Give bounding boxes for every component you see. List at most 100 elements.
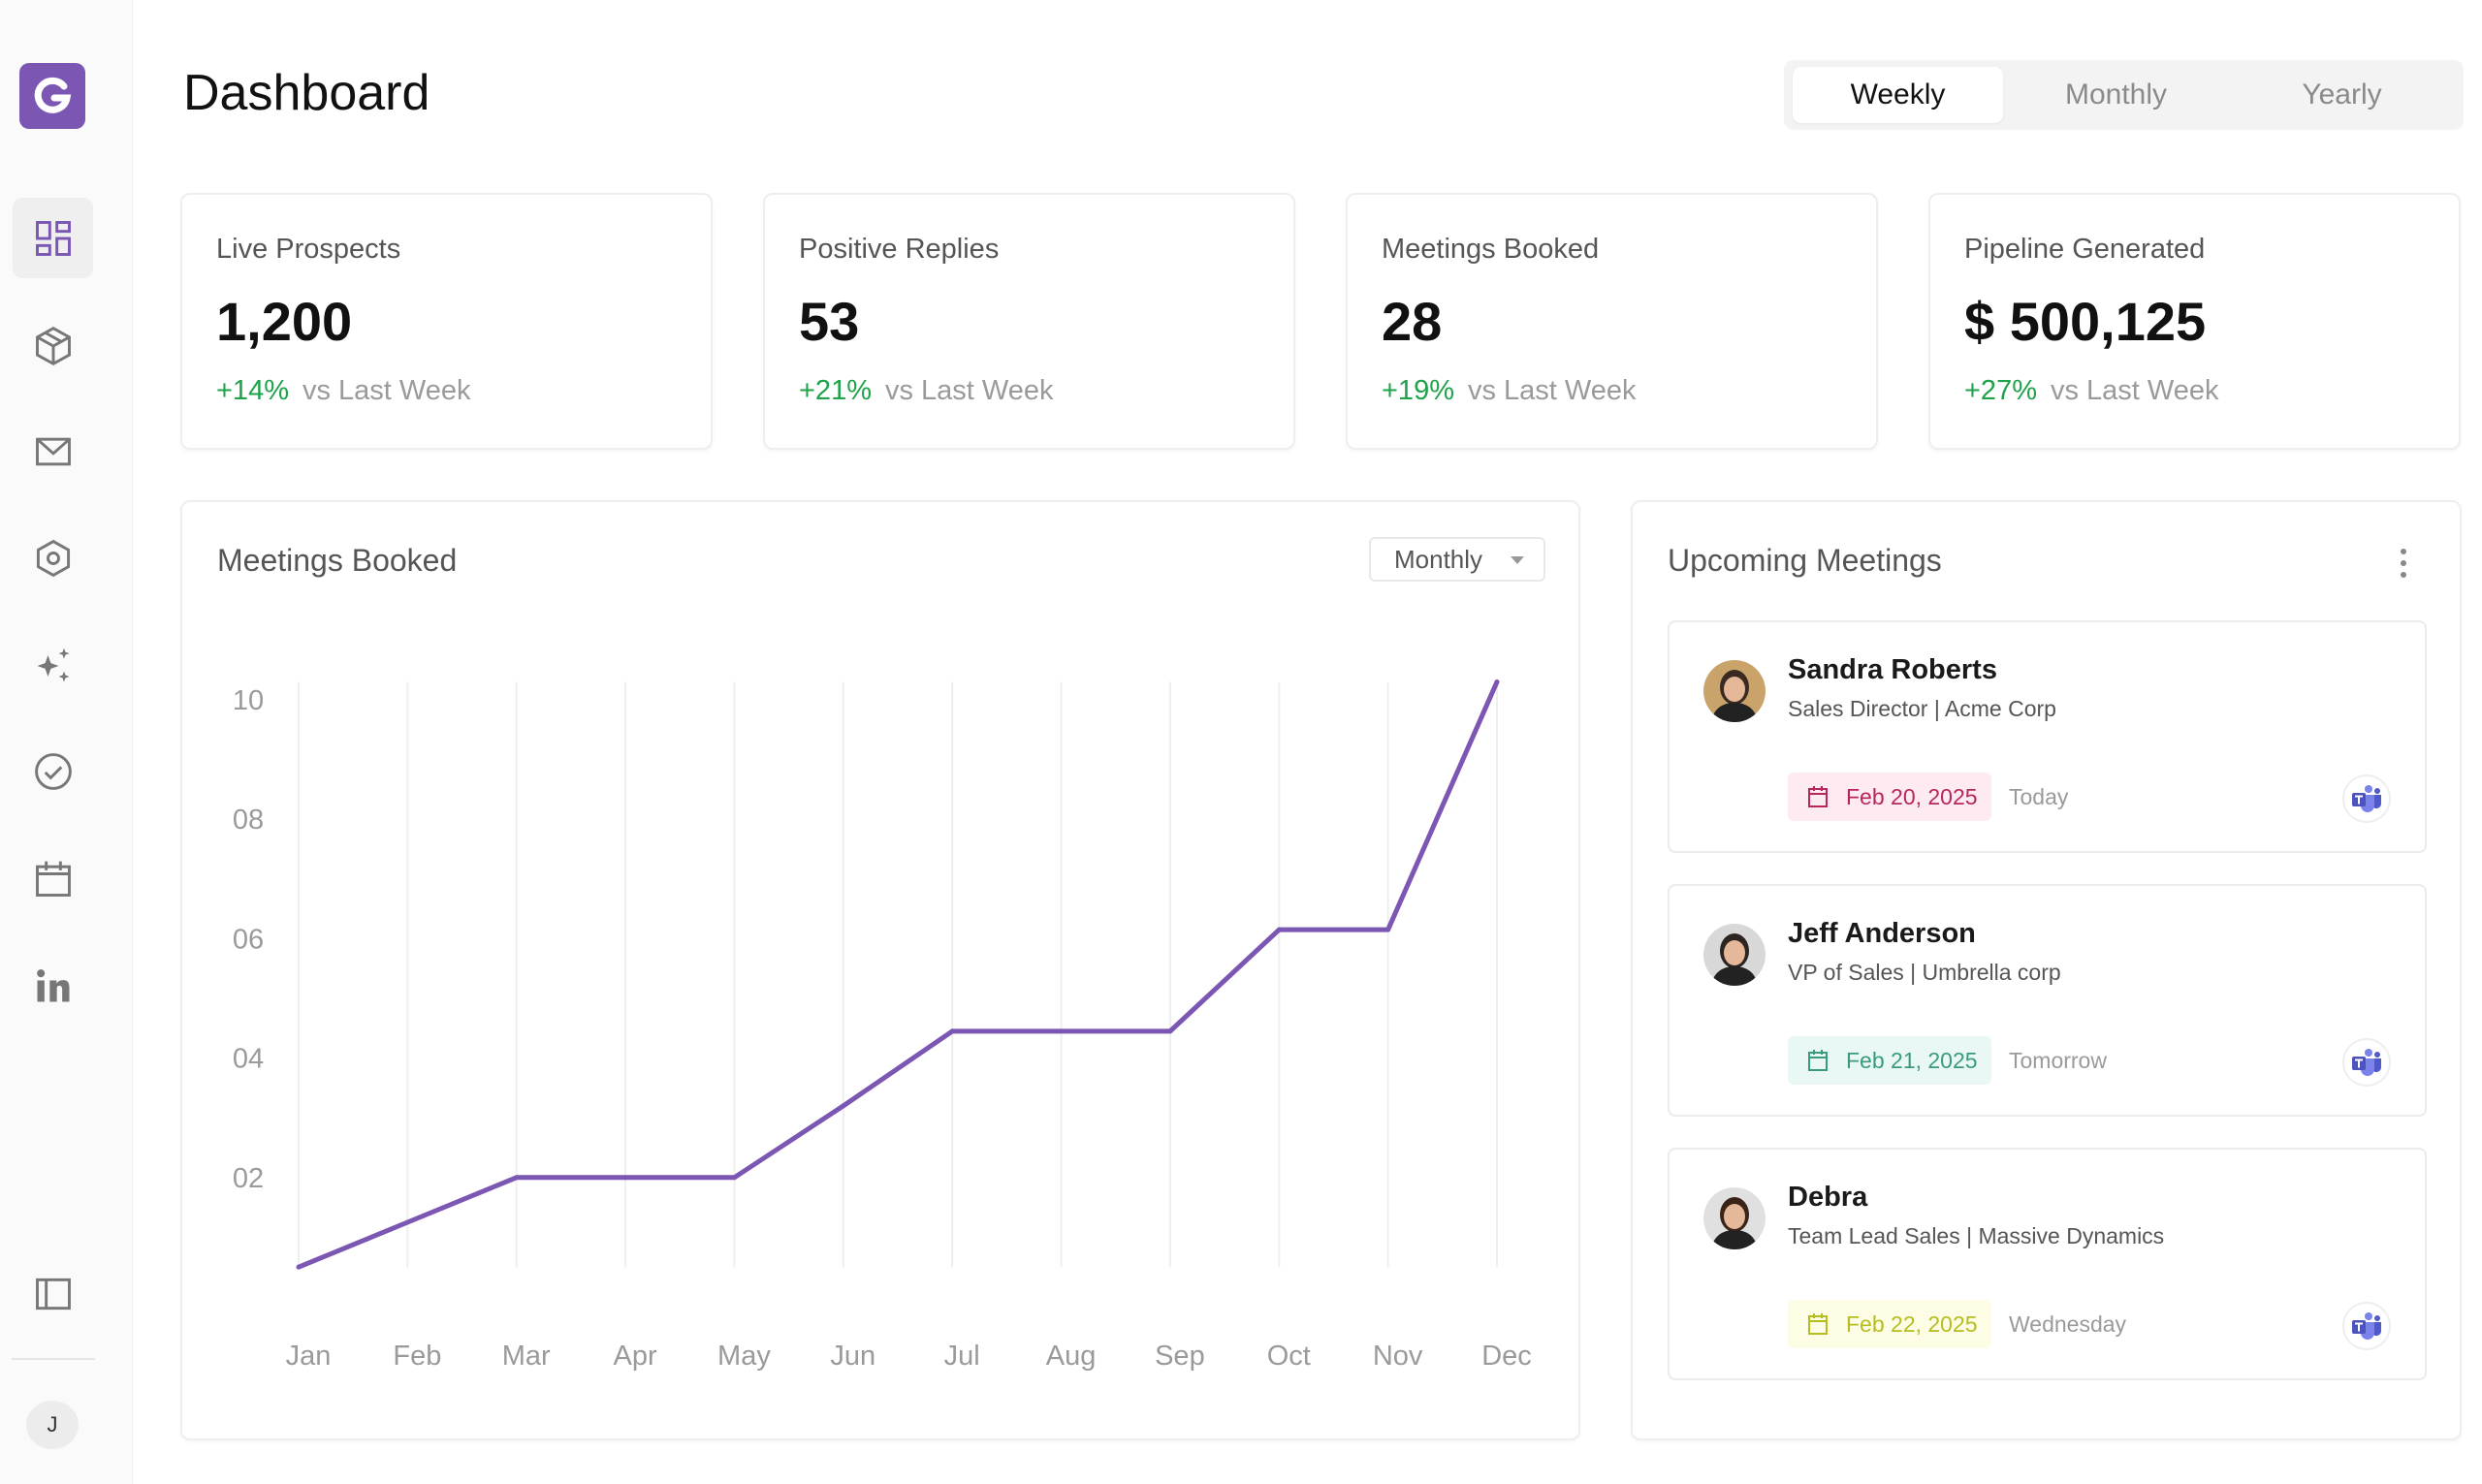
meeting-date-badge: Feb 22, 2025 bbox=[1788, 1300, 1991, 1348]
stat-card-live-prospects: Live Prospects 1,200 +14% vs Last Week bbox=[180, 193, 713, 450]
meeting-relative-day: Wednesday bbox=[2009, 1311, 2127, 1337]
data-point-jun bbox=[841, 1103, 846, 1109]
sidebar-item-settings[interactable] bbox=[13, 518, 93, 598]
mail-icon bbox=[35, 437, 71, 465]
stat-label: Pipeline Generated bbox=[1964, 234, 2206, 265]
change-comparison: vs Last Week bbox=[1467, 375, 1637, 406]
data-point-aug bbox=[1059, 1028, 1065, 1034]
sidebar-panel-icon bbox=[35, 1278, 71, 1310]
series-line bbox=[298, 680, 1500, 1270]
x-tick-label: Nov bbox=[1373, 1341, 1423, 1372]
x-tick-label: Jun bbox=[830, 1341, 875, 1372]
hexagon-settings-icon bbox=[36, 539, 70, 577]
data-point-nov bbox=[1385, 927, 1391, 932]
x-tick-label: Oct bbox=[1267, 1341, 1311, 1372]
tab-yearly[interactable]: Yearly bbox=[2229, 67, 2455, 123]
teams-join-button[interactable] bbox=[2342, 1038, 2391, 1087]
sidebar-item-ai[interactable] bbox=[13, 625, 93, 706]
x-tick-label: Jul bbox=[944, 1341, 980, 1372]
y-tick-label: 02 bbox=[233, 1163, 264, 1194]
x-tick-label: May bbox=[717, 1341, 771, 1372]
app-logo[interactable] bbox=[19, 63, 85, 129]
stat-label: Live Prospects bbox=[216, 234, 401, 265]
period-tabs: Weekly Monthly Yearly bbox=[1784, 60, 2464, 130]
stat-card-meetings-booked: Meetings Booked 28 +19% vs Last Week bbox=[1346, 193, 1878, 450]
teams-join-button[interactable] bbox=[2342, 774, 2391, 823]
meeting-contact-name: Sandra Roberts bbox=[1788, 654, 1997, 685]
avatar bbox=[1703, 660, 1766, 722]
meeting-date: Feb 20, 2025 bbox=[1846, 783, 1978, 809]
line-chart: 02 04 06 08 10 Jan Feb Mar Apr May Jun Jul Aug Sep Oct… bbox=[233, 679, 1532, 1372]
change-percent: +27% bbox=[1964, 375, 2037, 406]
tab-monthly[interactable]: Monthly bbox=[2003, 67, 2229, 123]
stat-change: +27% vs Last Week bbox=[1964, 375, 2219, 407]
data-point-oct bbox=[1276, 927, 1282, 932]
stat-card-pipeline-generated: Pipeline Generated $ 500,125 +27% vs Last… bbox=[1928, 193, 2461, 450]
more-options-icon[interactable] bbox=[2394, 549, 2413, 578]
meetings-booked-chart-card: Meetings Booked Monthly 02 04 06 08 10 Jan Feb… bbox=[180, 500, 1580, 1440]
stat-value: $ 500,125 bbox=[1964, 291, 2207, 352]
stat-value: 53 bbox=[799, 291, 860, 352]
meeting-contact-name: Debra bbox=[1788, 1182, 1868, 1213]
grid-icon bbox=[35, 220, 71, 256]
calendar-icon bbox=[1808, 786, 1828, 807]
sparkles-icon bbox=[37, 647, 69, 681]
check-circle-icon bbox=[34, 752, 72, 790]
teams-icon bbox=[2352, 785, 2381, 812]
teams-icon bbox=[2352, 1049, 2381, 1076]
y-tick-label: 10 bbox=[233, 685, 264, 716]
stat-label: Positive Replies bbox=[799, 234, 1000, 265]
sidebar-item-products[interactable] bbox=[13, 305, 93, 386]
meeting-item[interactable]: Jeff Anderson VP of Sales | Umbrella cor… bbox=[1668, 884, 2427, 1117]
sidebar-item-linkedin[interactable] bbox=[13, 945, 93, 1026]
stat-change: +14% vs Last Week bbox=[216, 375, 471, 407]
box-icon bbox=[35, 326, 71, 365]
change-comparison: vs Last Week bbox=[2050, 375, 2219, 406]
x-tick-label: Sep bbox=[1155, 1341, 1205, 1372]
user-avatar[interactable]: J bbox=[26, 1401, 79, 1449]
sidebar-item-tasks[interactable] bbox=[13, 731, 93, 811]
data-point-mar bbox=[514, 1175, 520, 1181]
sidebar-collapse-button[interactable] bbox=[13, 1253, 93, 1334]
stat-card-positive-replies: Positive Replies 53 +21% vs Last Week bbox=[763, 193, 1295, 450]
meeting-contact-role: Sales Director | Acme Corp bbox=[1788, 696, 2056, 721]
teams-join-button[interactable] bbox=[2342, 1302, 2391, 1350]
sidebar-item-calendar[interactable] bbox=[13, 838, 93, 919]
meeting-date-badge: Feb 20, 2025 bbox=[1788, 773, 1991, 821]
meeting-contact-role: VP of Sales | Umbrella corp bbox=[1788, 960, 2061, 985]
x-tick-label: Apr bbox=[614, 1341, 657, 1372]
meetings-title: Upcoming Meetings bbox=[1668, 543, 1942, 578]
meeting-relative-day: Today bbox=[2009, 784, 2069, 809]
avatar bbox=[1703, 1187, 1766, 1249]
change-comparison: vs Last Week bbox=[884, 375, 1054, 406]
y-tick-label: 04 bbox=[233, 1044, 264, 1075]
sidebar-item-mail[interactable] bbox=[13, 411, 93, 491]
data-point-sep bbox=[1167, 1028, 1173, 1034]
stat-label: Meetings Booked bbox=[1382, 234, 1600, 265]
meeting-contact-role: Team Lead Sales | Massive Dynamics bbox=[1788, 1223, 2165, 1248]
meeting-contact-name: Jeff Anderson bbox=[1788, 918, 1976, 949]
meeting-item[interactable]: Sandra Roberts Sales Director | Acme Cor… bbox=[1668, 620, 2427, 853]
change-percent: +21% bbox=[799, 375, 872, 406]
tab-weekly[interactable]: Weekly bbox=[1793, 67, 2003, 123]
sidebar-divider bbox=[12, 1358, 95, 1360]
logo-g-icon bbox=[34, 77, 72, 113]
page-title: Dashboard bbox=[183, 65, 430, 121]
meeting-date: Feb 22, 2025 bbox=[1846, 1310, 1978, 1337]
meeting-date: Feb 21, 2025 bbox=[1846, 1047, 1978, 1073]
sidebar-item-dashboard[interactable] bbox=[13, 198, 93, 278]
y-tick-label: 08 bbox=[233, 805, 264, 836]
data-point-dec bbox=[1494, 679, 1500, 685]
avatar bbox=[1703, 924, 1766, 986]
data-point-feb bbox=[404, 1219, 410, 1225]
data-point-jan bbox=[296, 1264, 302, 1270]
change-percent: +14% bbox=[216, 375, 289, 406]
x-tick-label: Jan bbox=[286, 1341, 332, 1372]
y-tick-label: 06 bbox=[233, 924, 264, 955]
x-tick-label: Aug bbox=[1046, 1341, 1097, 1372]
meeting-item[interactable]: Debra Team Lead Sales | Massive Dynamics… bbox=[1668, 1148, 2427, 1380]
stat-change: +21% vs Last Week bbox=[799, 375, 1054, 407]
meeting-relative-day: Tomorrow bbox=[2009, 1048, 2107, 1073]
sidebar: J bbox=[0, 0, 133, 1484]
linkedin-icon bbox=[36, 968, 69, 1001]
